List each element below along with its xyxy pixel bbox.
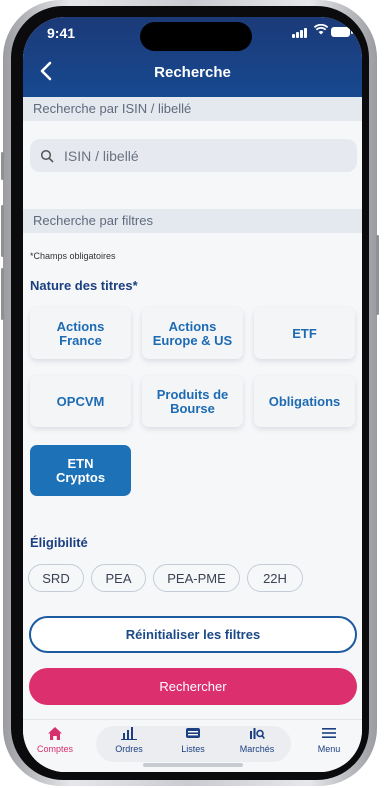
home-icon [25,726,85,744]
tile-line: Obligations [268,393,341,409]
tile-line: France [59,332,102,348]
status-bar: 9:41 [23,17,362,51]
chip-pea[interactable]: PEA [91,564,146,592]
chip-pea-pme[interactable]: PEA-PME [153,564,240,592]
tab-label: Comptes [36,744,73,754]
tile-line: Actions [168,318,217,334]
tile-line: Europe & US [152,332,233,348]
mute-switch [1,152,4,180]
tile-actions-france[interactable]: Actions France [30,308,131,359]
tile-etf[interactable]: ETF [254,308,355,359]
tile-line: ETN [67,455,94,471]
tile-obligations[interactable]: Obligations [254,376,355,427]
tile-line: Actions [56,318,105,334]
chip-22h[interactable]: 22H [247,564,303,592]
wifi-icon [313,23,329,38]
tab-menu[interactable]: Menu [299,726,359,754]
search-button[interactable]: Rechercher [29,668,357,705]
tab-label: Ordres [115,744,143,754]
volume-up-button [1,205,4,257]
nature-label: Nature des titres* [30,278,138,293]
tab-label: Menu [317,744,341,754]
app-screen: 9:41 Recherche Recherche par ISIN / libe… [23,17,362,772]
search-input[interactable] [62,146,326,165]
tab-listes[interactable]: Listes [163,726,223,754]
tile-produits-de-bourse[interactable]: Produits de Bourse [142,376,243,427]
tab-label: Listes [181,744,205,754]
tile-actions-europe-us[interactable]: Actions Europe & US [142,308,243,359]
home-indicator [143,763,243,767]
section-isin-header: Recherche par ISIN / libellé [23,97,362,121]
tab-ordres[interactable]: Ordres [99,726,159,754]
market-search-icon [227,726,287,744]
status-time: 9:41 [47,25,76,41]
required-note: *Champs obligatoires [30,251,116,261]
bar-chart-icon [99,726,159,744]
section-filters-header: Recherche par filtres [23,209,362,233]
tile-line: ETF [292,325,317,341]
dynamic-island [140,22,252,51]
list-icon [163,726,223,744]
tile-etn-cryptos[interactable]: ETN Cryptos [30,445,131,496]
tile-line: Cryptos [55,469,106,485]
tile-opcvm[interactable]: OPCVM [30,376,131,427]
reset-filters-button[interactable]: Réinitialiser les filtres [29,616,357,653]
signal-icon [292,27,308,38]
hamburger-icon [299,726,359,744]
search-field[interactable] [30,139,357,172]
chip-srd[interactable]: SRD [28,564,84,592]
tab-comptes[interactable]: Comptes [25,726,85,754]
search-icon [40,149,54,162]
tile-line: Produits de [156,386,229,402]
battery-icon [331,27,353,37]
tile-line: OPCVM [56,393,105,409]
page-title: Recherche [154,64,231,81]
power-button [376,235,379,315]
tab-label: Marchés [239,744,275,754]
tile-line: Bourse [170,400,215,416]
tab-marches[interactable]: Marchés [227,726,287,754]
volume-down-button [1,268,4,320]
eligibility-label: Éligibilité [30,535,88,550]
tab-bar: Comptes Ordres Listes Marchés Menu [23,719,362,772]
